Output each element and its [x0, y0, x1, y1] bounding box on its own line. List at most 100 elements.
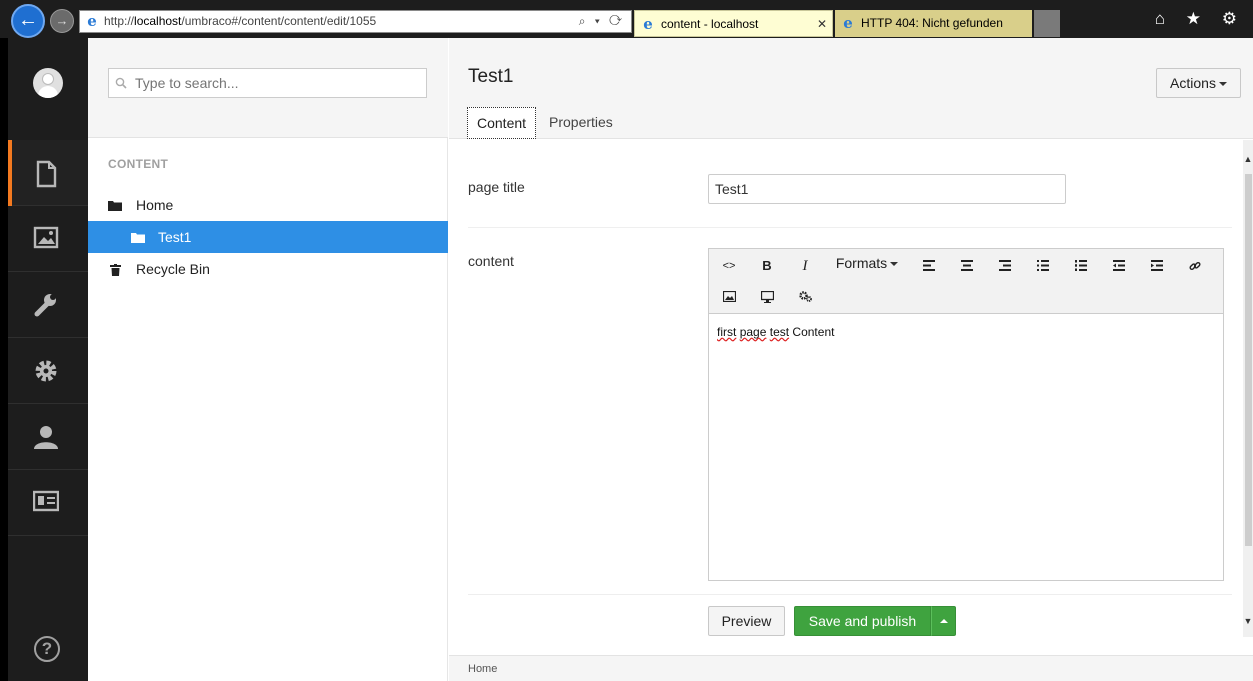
- content-editor: Test1 Actions Content Properties page ti…: [449, 38, 1253, 681]
- numbered-list-button[interactable]: [1065, 253, 1097, 279]
- tree-item-label: Recycle Bin: [136, 261, 210, 277]
- bold-button[interactable]: B: [751, 253, 783, 279]
- indent-button[interactable]: [1141, 253, 1173, 279]
- align-center-button[interactable]: [951, 253, 983, 279]
- indent-icon: [1151, 260, 1163, 271]
- id-card-icon: [33, 490, 59, 512]
- tree-header: [88, 38, 448, 138]
- italic-button[interactable]: I: [789, 253, 821, 279]
- back-button[interactable]: ←: [11, 4, 45, 38]
- section-users[interactable]: [8, 404, 88, 470]
- tree-search-input[interactable]: [108, 68, 427, 98]
- search-icon: [115, 77, 127, 89]
- align-right-icon: [999, 260, 1011, 271]
- caret-down-icon: [890, 262, 899, 267]
- user-avatar[interactable]: [33, 68, 63, 98]
- rich-text-editor[interactable]: <> B I Formats first page test Content: [708, 248, 1224, 581]
- scroll-down-icon[interactable]: ▼: [1243, 614, 1253, 628]
- section-settings[interactable]: [8, 272, 88, 338]
- save-options-caret-up-icon[interactable]: [931, 606, 956, 636]
- tree-item-label: Home: [136, 197, 174, 213]
- insert-image-button[interactable]: [713, 284, 745, 310]
- tree-section-label: CONTENT: [108, 157, 169, 171]
- bullet-list-button[interactable]: [1027, 253, 1059, 279]
- section-developer[interactable]: [8, 338, 88, 404]
- ie-icon: e: [843, 14, 853, 32]
- actions-label: Actions: [1170, 75, 1216, 91]
- source-code-button[interactable]: <>: [713, 253, 745, 279]
- scroll-up-icon[interactable]: ▲: [1243, 152, 1253, 166]
- rte-toolbar: <> B I Formats: [709, 249, 1223, 314]
- folder-icon: [108, 201, 122, 211]
- tab-title: content - localhost: [661, 17, 759, 31]
- breadcrumb: Home: [449, 655, 1253, 681]
- address-bar[interactable]: e http://localhost/umbraco#/content/cont…: [79, 10, 632, 33]
- bullet-list-icon: [1037, 260, 1049, 271]
- tree-item-recycle-bin[interactable]: Recycle Bin: [88, 253, 448, 285]
- scroll-thumb[interactable]: [1245, 174, 1252, 546]
- gears-icon: [798, 291, 812, 302]
- url-host: localhost: [134, 14, 182, 28]
- trash-icon: [110, 264, 121, 276]
- actions-button[interactable]: Actions: [1156, 68, 1241, 98]
- content-tree-panel: CONTENT Home Test1 Recycle Bin: [88, 38, 448, 681]
- section-content[interactable]: [8, 140, 88, 206]
- monitor-icon: [760, 291, 774, 303]
- section-members[interactable]: [8, 470, 88, 536]
- user-icon: [34, 426, 58, 449]
- ie-icon: e: [643, 15, 653, 33]
- browser-tab-content[interactable]: e content - localhost ✕: [634, 10, 833, 37]
- align-right-button[interactable]: [989, 253, 1021, 279]
- forward-button[interactable]: →: [50, 9, 74, 33]
- browser-toolbar-icons[interactable]: ⌂ ★ ⚙: [1155, 9, 1245, 29]
- save-and-publish-button[interactable]: Save and publish: [794, 606, 931, 636]
- embed-media-button[interactable]: [751, 284, 783, 310]
- close-tab-icon[interactable]: ✕: [817, 11, 827, 36]
- tree-item-label: Test1: [158, 229, 192, 245]
- link-icon: [1189, 261, 1201, 271]
- gear-icon: [35, 360, 57, 382]
- caret-down-icon: [1218, 82, 1227, 87]
- content-label: content: [468, 253, 514, 269]
- align-left-button[interactable]: [913, 253, 945, 279]
- folder-icon: [131, 233, 145, 243]
- macro-button[interactable]: [789, 284, 821, 310]
- tab-content[interactable]: Content: [467, 107, 537, 139]
- image-icon: [722, 291, 736, 302]
- browser-tab-404[interactable]: e HTTP 404: Nicht gefunden: [835, 10, 1032, 37]
- preview-button[interactable]: Preview: [708, 606, 785, 636]
- editor-scrollbar[interactable]: ▲ ▼: [1243, 140, 1253, 637]
- help-icon[interactable]: ?: [34, 636, 60, 662]
- page-name[interactable]: Test1: [468, 66, 513, 88]
- section-bar: ?: [0, 38, 88, 681]
- formats-dropdown[interactable]: Formats: [827, 252, 907, 278]
- outdent-icon: [1113, 260, 1125, 271]
- link-button[interactable]: [1179, 253, 1211, 279]
- page-title-label: page title: [468, 179, 525, 195]
- divider: [468, 594, 1232, 595]
- page-title-input[interactable]: [708, 174, 1066, 204]
- divider: [468, 227, 1232, 228]
- address-tools-icons[interactable]: ⌕ ▾ ⟳: [579, 11, 625, 32]
- section-bar-edge: [0, 38, 8, 681]
- breadcrumb-item-home[interactable]: Home: [468, 663, 497, 675]
- tab-properties[interactable]: Properties: [540, 107, 622, 139]
- misspelled-word: first: [717, 325, 737, 339]
- tree-item-test1[interactable]: Test1: [88, 221, 448, 253]
- wrench-icon: [34, 294, 56, 317]
- numbered-list-icon: [1075, 260, 1087, 271]
- outdent-button[interactable]: [1103, 253, 1135, 279]
- rte-content-area[interactable]: first page test Content: [717, 325, 834, 339]
- formats-label: Formats: [835, 255, 888, 271]
- url-path: /umbraco#/content/content/edit/1055: [181, 14, 377, 28]
- align-center-icon: [961, 260, 973, 271]
- misspelled-word: page: [739, 325, 767, 339]
- body-word: Content: [792, 325, 835, 339]
- section-media[interactable]: [8, 206, 88, 272]
- editor-header: Test1 Actions Content Properties: [449, 38, 1253, 139]
- tree-item-home[interactable]: Home: [88, 189, 448, 221]
- document-icon: [36, 160, 57, 188]
- new-tab-button[interactable]: [1034, 10, 1060, 37]
- align-left-icon: [923, 260, 935, 271]
- image-icon: [33, 226, 59, 249]
